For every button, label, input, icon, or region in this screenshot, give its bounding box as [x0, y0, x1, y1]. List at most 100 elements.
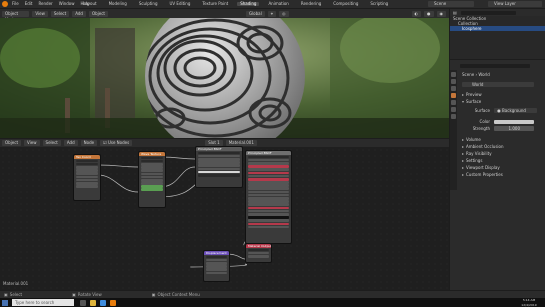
properties-breadcrumb: Scene › World: [462, 72, 490, 77]
view-layer-selector[interactable]: View Layer: [488, 1, 542, 7]
world-tab-icon[interactable]: [451, 93, 456, 98]
panel-viewport-display[interactable]: ▸ Viewport Display: [462, 165, 545, 170]
strength-row: Strength 1.000: [472, 126, 545, 131]
orientation-label: Global: [248, 10, 262, 16]
node-title: Wave Texture: [139, 152, 165, 156]
shading-solid-icon[interactable]: ●: [424, 10, 434, 17]
proportional-icon[interactable]: ◎: [279, 10, 289, 17]
scene-selector[interactable]: Scene: [428, 1, 474, 7]
transform-orientation-dropdown[interactable]: Global ▾: [245, 10, 265, 22]
panel-surface-label: Surface: [466, 99, 482, 104]
panel-settings[interactable]: ▸ Settings: [462, 158, 545, 163]
outliner-filter-icon[interactable]: ▤: [453, 10, 457, 15]
tab-animation[interactable]: Animation: [265, 2, 291, 6]
menu-file[interactable]: File: [12, 2, 19, 6]
node-menu-select[interactable]: Select: [42, 140, 61, 146]
render-tab-icon[interactable]: [451, 79, 456, 84]
outliner-search-field[interactable]: [460, 10, 516, 15]
panel-volume-label: Volume: [466, 137, 481, 142]
task-view-icon[interactable]: [80, 299, 86, 306]
menu-render[interactable]: Render: [38, 2, 52, 6]
panel-surface[interactable]: ▾ Surface: [462, 99, 545, 104]
color-swatch[interactable]: [494, 120, 535, 124]
viewport-menu-object[interactable]: Object: [88, 10, 108, 17]
panel-custom-props-label: Custom Properties: [466, 172, 503, 177]
node-texture-coordinate[interactable]: Tex Coord: [73, 154, 101, 201]
node-menu-add[interactable]: Add: [63, 140, 78, 146]
viewport-menu-view[interactable]: View: [32, 10, 48, 17]
browser-icon[interactable]: [100, 299, 106, 306]
output-tab-icon[interactable]: [451, 86, 456, 91]
blender-logo-icon[interactable]: [2, 1, 8, 7]
viewport-menu-add[interactable]: Add: [72, 10, 86, 17]
tab-layout[interactable]: Layout: [80, 2, 100, 6]
taskbar-clock[interactable]: 5:14 AM 12/4/2019: [515, 298, 543, 307]
taskbar-search-box[interactable]: Type here to search: [12, 299, 74, 306]
node-canvas[interactable]: Tex Coord Wave Texture Principled BSDF P…: [0, 146, 449, 290]
panel-viewport-display-label: Viewport Display: [466, 165, 500, 170]
node-wave-texture[interactable]: Wave Texture: [138, 151, 166, 208]
status-rotate-view: Rotate View: [77, 292, 102, 297]
tab-texture-paint[interactable]: Texture Paint: [199, 2, 231, 6]
viewport-menu-select[interactable]: Select: [50, 10, 70, 17]
node-material-output[interactable]: Material Output: [245, 243, 272, 263]
menu-edit[interactable]: Edit: [25, 2, 33, 6]
panel-settings-label: Settings: [466, 158, 483, 163]
modifier-tab-icon[interactable]: [451, 107, 456, 112]
breadcrumb-world: World: [478, 72, 490, 77]
panel-preview[interactable]: ▸ Preview: [462, 92, 545, 97]
menu-window[interactable]: Window: [59, 2, 75, 6]
tool-tab-icon[interactable]: [451, 72, 456, 77]
world-name-field[interactable]: World: [462, 82, 534, 87]
3d-viewport[interactable]: [0, 18, 449, 138]
node-editor-type-dropdown[interactable]: Object: [2, 140, 22, 146]
panel-ao-label: Ambient Occlusion: [466, 144, 504, 149]
scene-name: Scene: [434, 1, 447, 6]
outliner-item-icosphere[interactable]: Icosphere: [450, 26, 545, 31]
taskbar-search-placeholder: Type here to search: [15, 300, 55, 305]
panel-ambient-occlusion[interactable]: ▸ Ambient Occlusion: [462, 144, 545, 149]
panel-custom-properties[interactable]: ▸ Custom Properties: [462, 172, 545, 177]
strength-label: Strength: [472, 126, 490, 131]
node-menu-view[interactable]: View: [24, 140, 40, 146]
properties-search[interactable]: [460, 64, 530, 68]
strength-field[interactable]: 1.000: [494, 126, 535, 131]
tab-rendering[interactable]: Rendering: [298, 2, 324, 6]
node-title: Principled BSDF: [246, 151, 291, 155]
panel-volume[interactable]: ▸ Volume: [462, 137, 545, 142]
mouse-middle-icon: ▣: [72, 292, 76, 297]
mode-dropdown[interactable]: Object Mode ▾: [2, 10, 30, 22]
status-select: Select: [9, 292, 23, 297]
surface-row: Surface ● Background: [472, 108, 545, 113]
node-displacement[interactable]: Displacement: [203, 250, 230, 282]
node-principled-bsdf[interactable]: Principled BSDF: [245, 150, 292, 244]
panel-ray-visibility[interactable]: ▸ Ray Visibility: [462, 151, 545, 156]
material-tab-icon[interactable]: [451, 114, 456, 119]
node-material-slot[interactable]: Principled BSDF: [195, 146, 243, 188]
overlays-icon[interactable]: ◐: [411, 10, 421, 17]
status-context-menu: Object Context Menu: [157, 292, 200, 297]
tab-shading[interactable]: Shading: [237, 2, 260, 6]
object-tab-icon[interactable]: [451, 100, 456, 105]
node-title: Displacement: [204, 251, 229, 255]
shading-render-icon[interactable]: ◉: [436, 10, 446, 17]
use-nodes-checkbox[interactable]: ☑ Use Nodes: [100, 140, 133, 146]
color-label: Color: [479, 119, 490, 124]
node-editor-material-label: Material.001: [3, 281, 29, 286]
windows-start-icon[interactable]: [2, 299, 8, 306]
world-name: World: [472, 82, 484, 87]
tab-scripting[interactable]: Scripting: [367, 2, 391, 6]
blender-task-icon[interactable]: [110, 299, 116, 306]
snap-icon[interactable]: ⌖: [267, 10, 276, 17]
tab-modeling[interactable]: Modeling: [106, 2, 130, 6]
file-explorer-icon[interactable]: [90, 299, 96, 306]
status-bar: ▣ Select ▣ Rotate View ▣ Object Context …: [0, 291, 545, 298]
tab-compositing[interactable]: Compositing: [330, 2, 361, 6]
tab-uv-editing[interactable]: UV Editing: [167, 2, 194, 6]
panel-ray-label: Ray Visibility: [466, 151, 492, 156]
tab-sculpting[interactable]: Sculpting: [136, 2, 161, 6]
viewport-render: [0, 18, 449, 138]
node-menu-node[interactable]: Node: [80, 140, 98, 146]
outliner-header: ▤: [450, 9, 545, 16]
surface-dropdown[interactable]: ● Background: [494, 108, 538, 113]
